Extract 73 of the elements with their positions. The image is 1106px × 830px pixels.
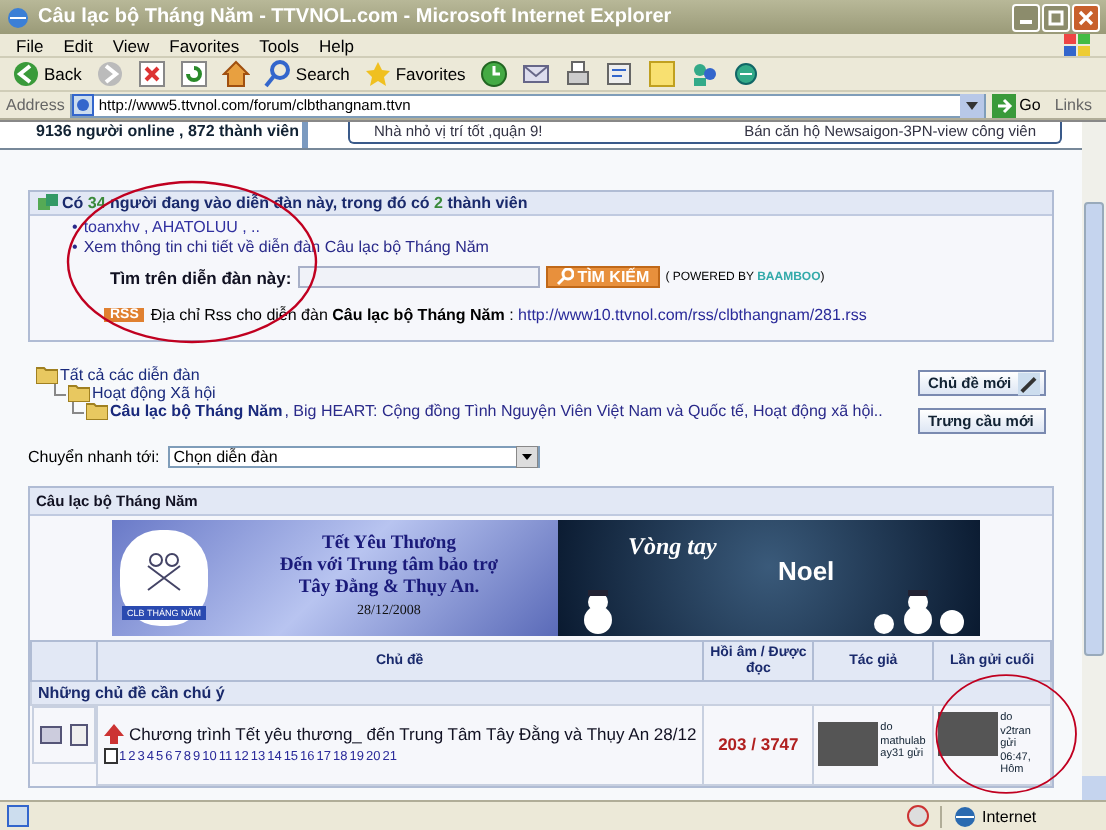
bullet: • [72,238,78,258]
menu-item[interactable]: Favorites [159,35,250,55]
windows-flag-icon [1064,33,1092,57]
topic-link[interactable]: Chương trình Tết yêu thương_ đến Trung Tâm Tây Đằng và Thụy An 28/12 [129,724,697,745]
minimize-icon [1020,20,1032,24]
jump-label: Chuyển nhanh tới: [28,448,160,466]
minimize-button[interactable] [1012,3,1040,31]
online-users[interactable]: toanxhv , AHATOLUU , .. [83,218,260,238]
maximize-icon [1048,9,1064,25]
breadcrumb-link[interactable]: Tất cả các diễn đàn [60,366,200,384]
close-button[interactable] [1072,3,1100,31]
menu-item[interactable]: View [102,35,160,55]
browser-icon [6,5,30,29]
banner-text: Tây Đằng & Thụy An. [298,578,480,600]
pencil-icon [1017,371,1040,395]
logo-mark-icon [142,550,186,594]
links-button[interactable]: Links [1046,96,1100,114]
breadcrumb-link[interactable]: Câu lạc bộ Tháng Năm [110,402,283,420]
dropdown-arrow-icon [515,446,538,468]
forum-select[interactable]: Chọn diễn đàn [167,446,540,468]
document-icon [69,724,87,746]
menu-item[interactable]: Help [308,35,364,55]
menu-item[interactable]: Tools [249,35,309,55]
search-button[interactable]: Search [259,60,354,88]
banner-text: Noel [778,556,835,586]
menu-item[interactable]: Edit [53,35,103,55]
forum-description: , Big HEART: Cộng đồng Tình Nguyện Viên Việt Nam và Quốc tế, Hoạt động xã hội.. [284,402,883,420]
folder-icon [68,384,90,402]
users-icon [38,193,58,213]
clock-icon[interactable] [479,60,508,88]
back-button[interactable]: Back [8,60,86,88]
folder-icon [86,402,108,420]
favorites-button[interactable]: Favorites [359,60,470,88]
printer-icon[interactable] [563,60,592,88]
banner-text: Đến với Trung tâm bảo trợ [279,556,499,578]
globe-icon[interactable] [731,60,760,88]
menu-item[interactable]: File [6,35,54,55]
section-header: Những chủ đề cần chú ý [31,681,1051,705]
photo-placeholder [938,712,999,756]
photo-placeholder [818,722,879,767]
banner-text: Tết Yêu Thương [322,534,456,556]
reply-count: 203 / 3747 [703,705,814,784]
bullet: • [72,218,78,238]
envelope-icon[interactable] [521,60,550,88]
document-icon[interactable] [605,60,634,88]
scrollbar[interactable] [1082,122,1106,800]
stop-icon[interactable] [137,60,166,88]
address-label: Address [6,96,65,114]
rss-link[interactable]: http://www10.ttvnol.com/rss/clbthangnam/281.rss [518,306,867,324]
zone-label: Internet [982,807,1037,825]
banner-text: Vòng tay [628,532,719,562]
page-icon [72,94,95,116]
search-label: Tìm trên diễn đàn này: [110,267,292,287]
close-icon [1078,9,1094,25]
search-field[interactable] [297,266,540,288]
key-icon [555,268,574,286]
search-icon [263,60,292,88]
breadcrumb-link[interactable]: Hoạt động Xã hội [92,384,216,402]
star-icon [363,60,392,88]
folder-icon [36,366,58,384]
security-icon [906,804,930,828]
home-icon[interactable] [221,60,250,88]
refresh-icon[interactable] [179,60,208,88]
page-icon [103,748,117,765]
page-icon [6,804,30,828]
online-count: 9136 người online , 872 thành viên [36,122,300,140]
up-arrow-icon [103,724,123,745]
people-icon[interactable] [689,60,718,88]
folder-icon [39,724,61,744]
go-button[interactable]: Go [991,93,1041,117]
window-title: Câu lạc bộ Tháng Năm - TTVNOL.com - Microsoft Internet Explorer [38,6,674,28]
maximize-button[interactable] [1042,3,1070,31]
globe-icon [954,805,976,827]
